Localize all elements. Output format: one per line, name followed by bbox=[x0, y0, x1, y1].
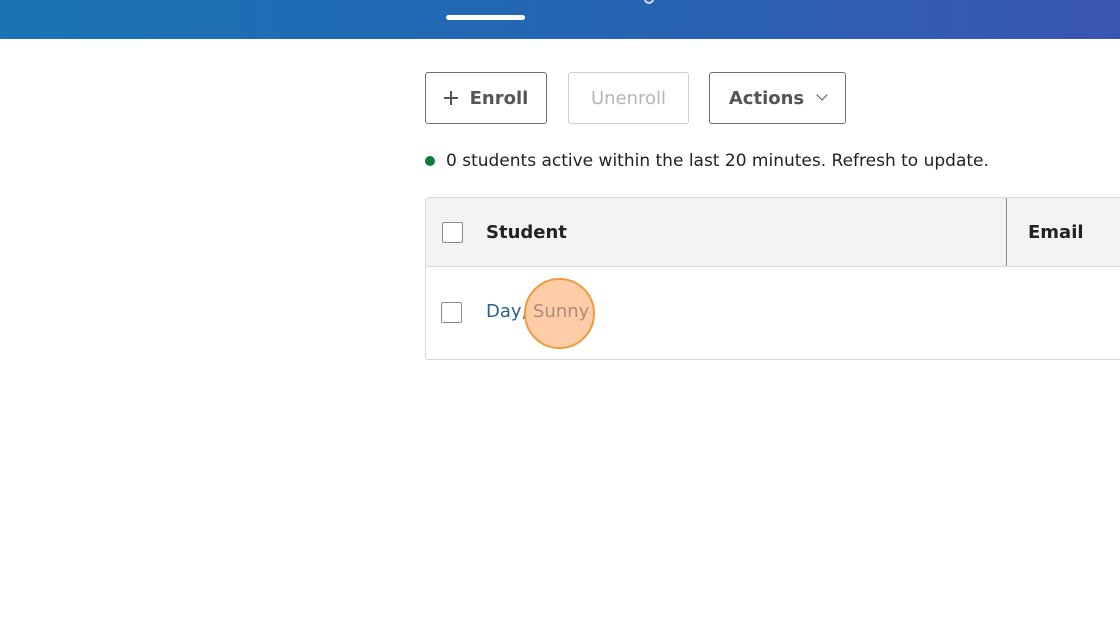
column-header-student[interactable]: Student bbox=[486, 198, 567, 266]
row-select-checkbox[interactable] bbox=[441, 302, 462, 323]
column-divider[interactable] bbox=[1006, 198, 1007, 266]
actions-dropdown-button[interactable]: Actions bbox=[709, 72, 846, 124]
status-text: 0 students active within the last 20 min… bbox=[446, 151, 989, 171]
enroll-button-label: Enroll bbox=[469, 87, 529, 109]
actions-button-label: Actions bbox=[728, 87, 805, 109]
top-navigation-bar bbox=[0, 0, 1120, 39]
search-icon[interactable] bbox=[644, 0, 654, 4]
unenroll-button-label: Unenroll bbox=[590, 87, 667, 109]
student-roster-table: Student Email Day, Sunny bbox=[425, 197, 1120, 360]
student-name-link[interactable]: Day, Sunny bbox=[486, 301, 589, 322]
chevron-down-icon bbox=[816, 89, 828, 101]
active-students-status: 0 students active within the last 20 min… bbox=[425, 150, 989, 172]
status-dot-icon bbox=[425, 156, 435, 166]
enroll-button[interactable]: Enroll bbox=[425, 72, 547, 124]
unenroll-button[interactable]: Unenroll bbox=[568, 72, 689, 124]
active-tab-indicator bbox=[446, 15, 525, 20]
column-header-email[interactable]: Email bbox=[1028, 198, 1084, 266]
select-all-checkbox[interactable] bbox=[442, 222, 463, 243]
plus-icon bbox=[443, 91, 458, 105]
table-header: Student Email bbox=[426, 198, 1120, 267]
table-row: Day, Sunny bbox=[426, 267, 1120, 359]
